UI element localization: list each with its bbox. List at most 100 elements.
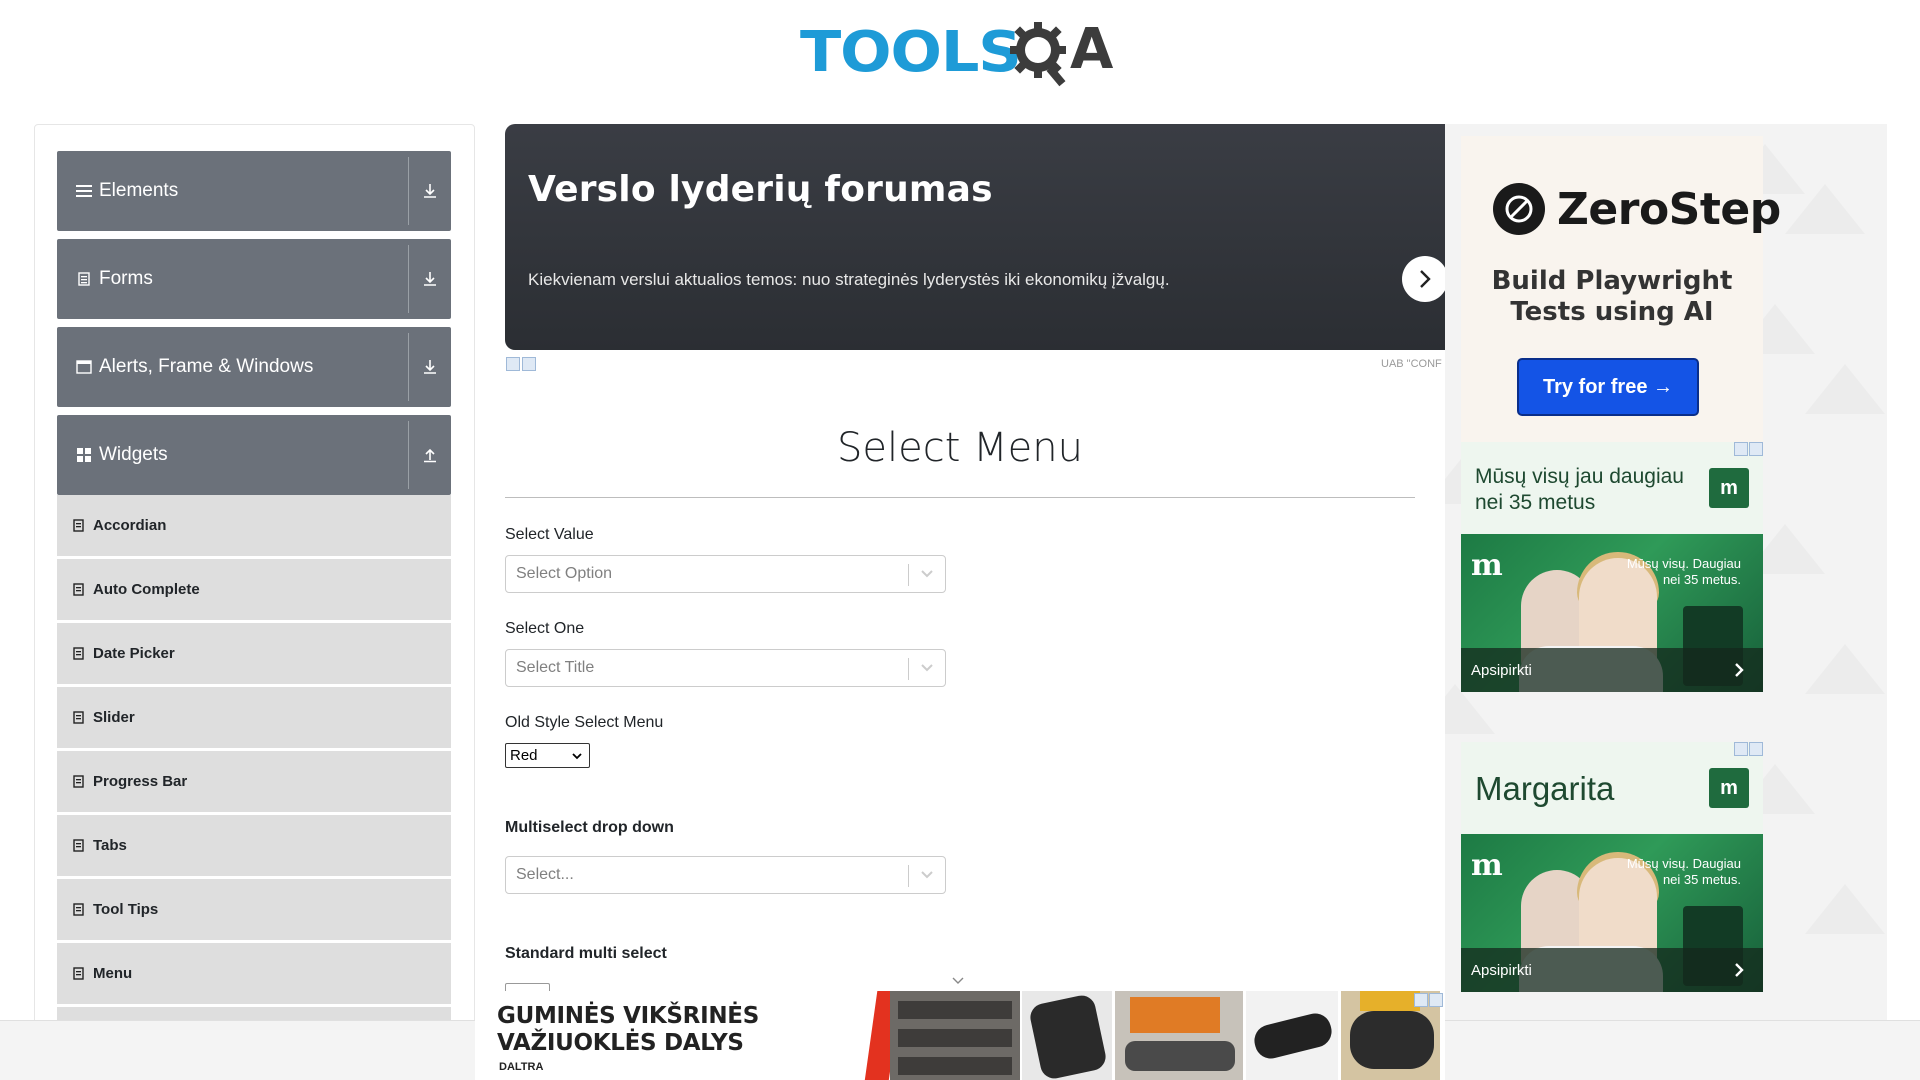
try-for-free-button[interactable]: Try for free → — [1517, 358, 1699, 416]
download-icon[interactable] — [419, 267, 441, 291]
sidebar-item-label: Tabs — [93, 837, 127, 854]
ad-next-button[interactable] — [1402, 256, 1448, 302]
ad-choices-icon[interactable] — [1414, 993, 1443, 1007]
chevron-down-icon[interactable] — [951, 975, 965, 987]
chevron-down-icon — [919, 660, 935, 676]
ad-image-text: Mūsų visų. Daugiau nei 35 metus. — [1627, 856, 1741, 888]
form-icon — [73, 774, 85, 789]
sidebar-item-tool-tips[interactable]: Tool Tips — [57, 879, 451, 941]
ad-image-text: Mūsų visų. Daugiau nei 35 metus. — [1627, 556, 1741, 588]
form-icon — [73, 582, 85, 597]
gear-magnifier-icon — [1010, 22, 1066, 87]
ad-cta-label: Apsipirkti — [1471, 661, 1532, 679]
rubber-tracks-photo — [890, 991, 1440, 1080]
ad-title: Verslo lyderių forumas — [528, 169, 993, 210]
ad-subtitle: Kiekvienam verslui aktualios temos: nuo … — [528, 270, 1170, 289]
zerostep-tagline: Build Playwright Tests using AI — [1461, 266, 1763, 328]
page-title: Select Menu — [837, 425, 1083, 471]
divider — [408, 245, 409, 313]
sidebar-item-date-picker[interactable]: Date Picker — [57, 623, 451, 685]
sidebar-group-label: Elements — [99, 180, 179, 201]
old-style-select-label: Old Style Select Menu — [505, 714, 664, 731]
old-style-select-value: Red — [510, 747, 538, 764]
multiselect-dropdown[interactable]: Select... — [505, 856, 946, 894]
zerostep-ad[interactable]: ZeroStep Build Playwright Tests using AI… — [1461, 136, 1781, 448]
select-value-dropdown[interactable]: Select Option — [505, 555, 946, 593]
list-icon — [75, 182, 93, 200]
left-sidebar: Elements Forms Alerts, Frame & Windows W… — [34, 124, 475, 1024]
margarita-mark: m — [1471, 848, 1503, 883]
daltra-brand: DALTRA — [499, 1061, 544, 1073]
sidebar-item-label: Tool Tips — [93, 901, 159, 918]
ad-image-text-line: Mūsų visų. Daugiau — [1626, 556, 1741, 571]
ad-headline: Mūsų visų jau daugiau nei 35 metus — [1475, 465, 1684, 514]
ad-credit: UAB "CONF — [1381, 358, 1442, 370]
form-icon — [73, 518, 85, 533]
ad-banner-forum[interactable]: Verslo lyderių forumas Kiekvienam verslu… — [505, 124, 1448, 350]
sidebar-item-label: Accordian — [93, 517, 167, 534]
divider — [408, 421, 409, 489]
download-icon[interactable] — [419, 355, 441, 379]
multiselect-placeholder: Select... — [516, 866, 574, 883]
ad-image-text-line: Mūsų visų. Daugiau — [1626, 856, 1741, 871]
sidebar-group-widgets[interactable]: Widgets — [57, 415, 451, 495]
sidebar-group-alerts[interactable]: Alerts, Frame & Windows — [57, 327, 451, 407]
divider — [408, 157, 409, 225]
right-ad-column: ZeroStep Build Playwright Tests using AI… — [1445, 124, 1887, 1024]
select-one-dropdown[interactable]: Select Title — [505, 649, 946, 687]
divider — [908, 658, 909, 680]
chevron-down-icon — [572, 753, 582, 760]
grid-icon — [75, 446, 93, 464]
standard-multi-select-label: Standard multi select — [505, 945, 667, 962]
ad-headline: Margarita — [1475, 770, 1615, 807]
form-icon — [73, 838, 85, 853]
sidebar-group-forms[interactable]: Forms — [57, 239, 451, 319]
zerostep-tagline-line: Build Playwright — [1491, 266, 1733, 296]
sidebar-item-auto-complete[interactable]: Auto Complete — [57, 559, 451, 621]
ad-headline-line: VAŽIUOKLĖS DALYS — [497, 1030, 744, 1056]
sidebar-item-label: Slider — [93, 709, 135, 726]
sidebar-item-label: Progress Bar — [93, 773, 188, 790]
sidebar-group-elements[interactable]: Elements — [57, 151, 451, 231]
chevron-down-icon — [919, 867, 935, 883]
ad-cta-bar[interactable]: Apsipirkti — [1461, 948, 1763, 992]
margarita-ad-2[interactable]: Margarita m m Mūsų visų. Daugiau nei 35 … — [1461, 742, 1763, 992]
chevron-right-icon — [1735, 663, 1744, 677]
sidebar-item-menu[interactable]: Menu — [57, 943, 451, 1005]
old-style-select[interactable]: Red — [505, 743, 590, 768]
chevron-down-icon — [919, 566, 935, 582]
divider — [408, 333, 409, 401]
daltra-ad[interactable]: GUMINĖS VIKŠRINĖS VAŽIUOKLĖS DALYS DALTR… — [475, 991, 1445, 1080]
chevron-right-icon — [1735, 963, 1744, 977]
divider — [908, 564, 909, 586]
select-one-label: Select One — [505, 620, 585, 637]
toolsqa-logo[interactable]: TOOLS A — [800, 14, 1125, 92]
multiselect-label: Multiselect drop down — [505, 819, 674, 836]
logo-a-text: A — [1070, 17, 1114, 82]
select-value-placeholder: Select Option — [516, 565, 613, 582]
sidebar-item-tabs[interactable]: Tabs — [57, 815, 451, 877]
ad-cta-label: Apsipirkti — [1471, 961, 1532, 979]
sidebar-item-label: Menu — [93, 965, 133, 982]
ad-cta-bar[interactable]: Apsipirkti — [1461, 648, 1763, 692]
form-icon — [73, 902, 85, 917]
chevron-right-icon — [1420, 270, 1431, 288]
upload-icon[interactable] — [419, 443, 441, 467]
form-icon — [73, 710, 85, 725]
margarita-logo: m — [1709, 468, 1749, 508]
download-icon[interactable] — [419, 179, 441, 203]
sidebar-item-slider[interactable]: Slider — [57, 687, 451, 749]
select-value-label: Select Value — [505, 526, 594, 543]
logo-tools-text: TOOLS — [800, 20, 1022, 85]
sidebar-item-accordian[interactable]: Accordian — [57, 495, 451, 557]
ad-header: Mūsų visų jau daugiau nei 35 metus m — [1461, 442, 1763, 534]
margarita-ad-1[interactable]: Mūsų visų jau daugiau nei 35 metus m m M… — [1461, 442, 1763, 692]
window-icon — [75, 358, 93, 376]
zerostep-icon — [1493, 183, 1545, 235]
margarita-mark: m — [1471, 548, 1503, 583]
sidebar-item-progress-bar[interactable]: Progress Bar — [57, 751, 451, 813]
ad-choices-icon[interactable] — [506, 357, 536, 371]
ad-choices-icon[interactable] — [1734, 442, 1763, 456]
ad-header: Margarita m — [1461, 742, 1763, 834]
ad-choices-icon[interactable] — [1734, 742, 1763, 756]
